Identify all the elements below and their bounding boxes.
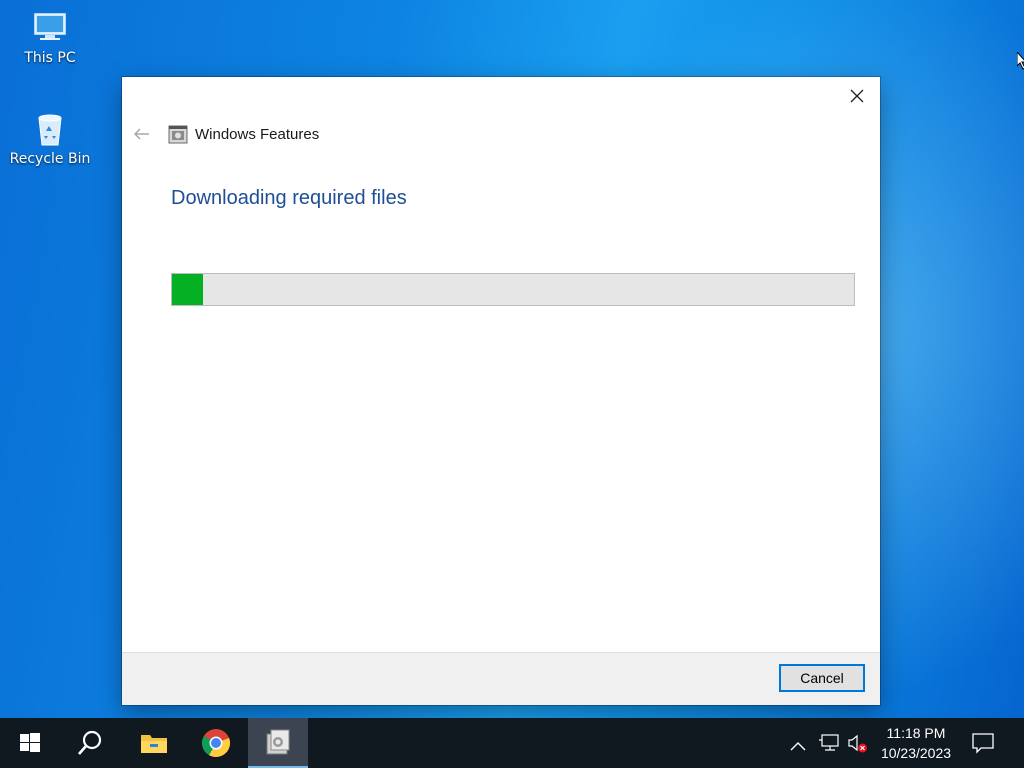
windows-features-dialog: Windows Features Downloading required fi… [122, 77, 880, 705]
this-pc-icon [34, 13, 66, 40]
back-arrow-icon [134, 128, 149, 140]
folder-icon [141, 735, 167, 753]
close-icon [850, 89, 864, 103]
cancel-button[interactable]: Cancel [779, 664, 865, 692]
taskbar-file-explorer[interactable] [124, 718, 184, 768]
taskbar-clock[interactable]: 11:18 PM 10/23/2023 [874, 723, 958, 763]
desktop: This PC Recycle Bin Windows Features Dow… [0, 0, 1024, 718]
windows-logo-icon [20, 733, 40, 752]
network-button[interactable] [818, 734, 840, 756]
clock-date: 10/23/2023 [880, 745, 952, 761]
volume-muted-icon [848, 734, 867, 753]
mouse-cursor-icon [1017, 52, 1024, 70]
close-button[interactable] [840, 81, 874, 111]
dialog-title: Windows Features [195, 126, 320, 143]
chrome-icon [202, 729, 231, 757]
chevron-up-icon [790, 742, 806, 751]
status-heading: Downloading required files [171, 187, 407, 209]
action-center-button[interactable] [972, 732, 994, 758]
start-button[interactable] [0, 718, 60, 768]
back-button[interactable] [130, 123, 154, 145]
system-tray: 11:18 PM 10/23/2023 [780, 718, 1024, 768]
recycle-bin-icon [38, 114, 62, 146]
taskbar-chrome[interactable] [186, 718, 246, 768]
desktop-icon-label: This PC [24, 50, 76, 66]
windows-features-icon [168, 125, 188, 144]
search-icon [78, 730, 102, 755]
desktop-icon-recycle-bin[interactable]: Recycle Bin [5, 109, 95, 167]
taskbar-windows-features[interactable] [248, 718, 308, 768]
download-progress-bar [171, 273, 855, 306]
progress-fill [172, 274, 204, 305]
desktop-icon-this-pc[interactable]: This PC [5, 8, 95, 66]
show-hidden-icons-button[interactable] [790, 736, 806, 755]
desktop-icon-label: Recycle Bin [9, 151, 91, 167]
taskbar: 11:18 PM 10/23/2023 [0, 718, 1024, 768]
network-icon [819, 734, 839, 751]
clock-time: 11:18 PM [886, 725, 946, 741]
windows-features-icon [266, 729, 290, 755]
search-button[interactable] [60, 718, 120, 768]
dialog-footer: Cancel [122, 652, 880, 705]
volume-button[interactable] [848, 733, 868, 759]
action-center-icon [972, 733, 994, 754]
